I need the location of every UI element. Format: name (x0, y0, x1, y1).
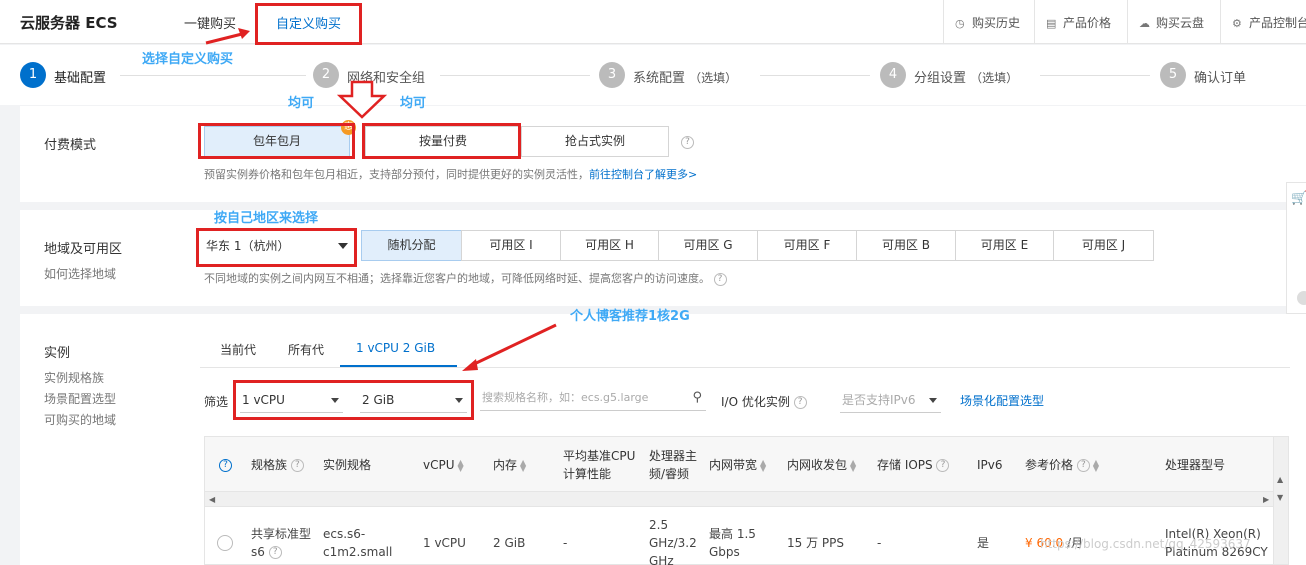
annotation-either-1: 均可 (288, 96, 315, 111)
annotation-custom-buy: 选择自定义购买 (142, 52, 234, 67)
annotation-either-2: 均可 (400, 96, 427, 111)
annotation-recommend: 个人博客推荐1核2G (570, 309, 690, 324)
annotation-region: 按自己地区来选择 (214, 211, 319, 226)
annotation-arrows (205, 28, 557, 371)
